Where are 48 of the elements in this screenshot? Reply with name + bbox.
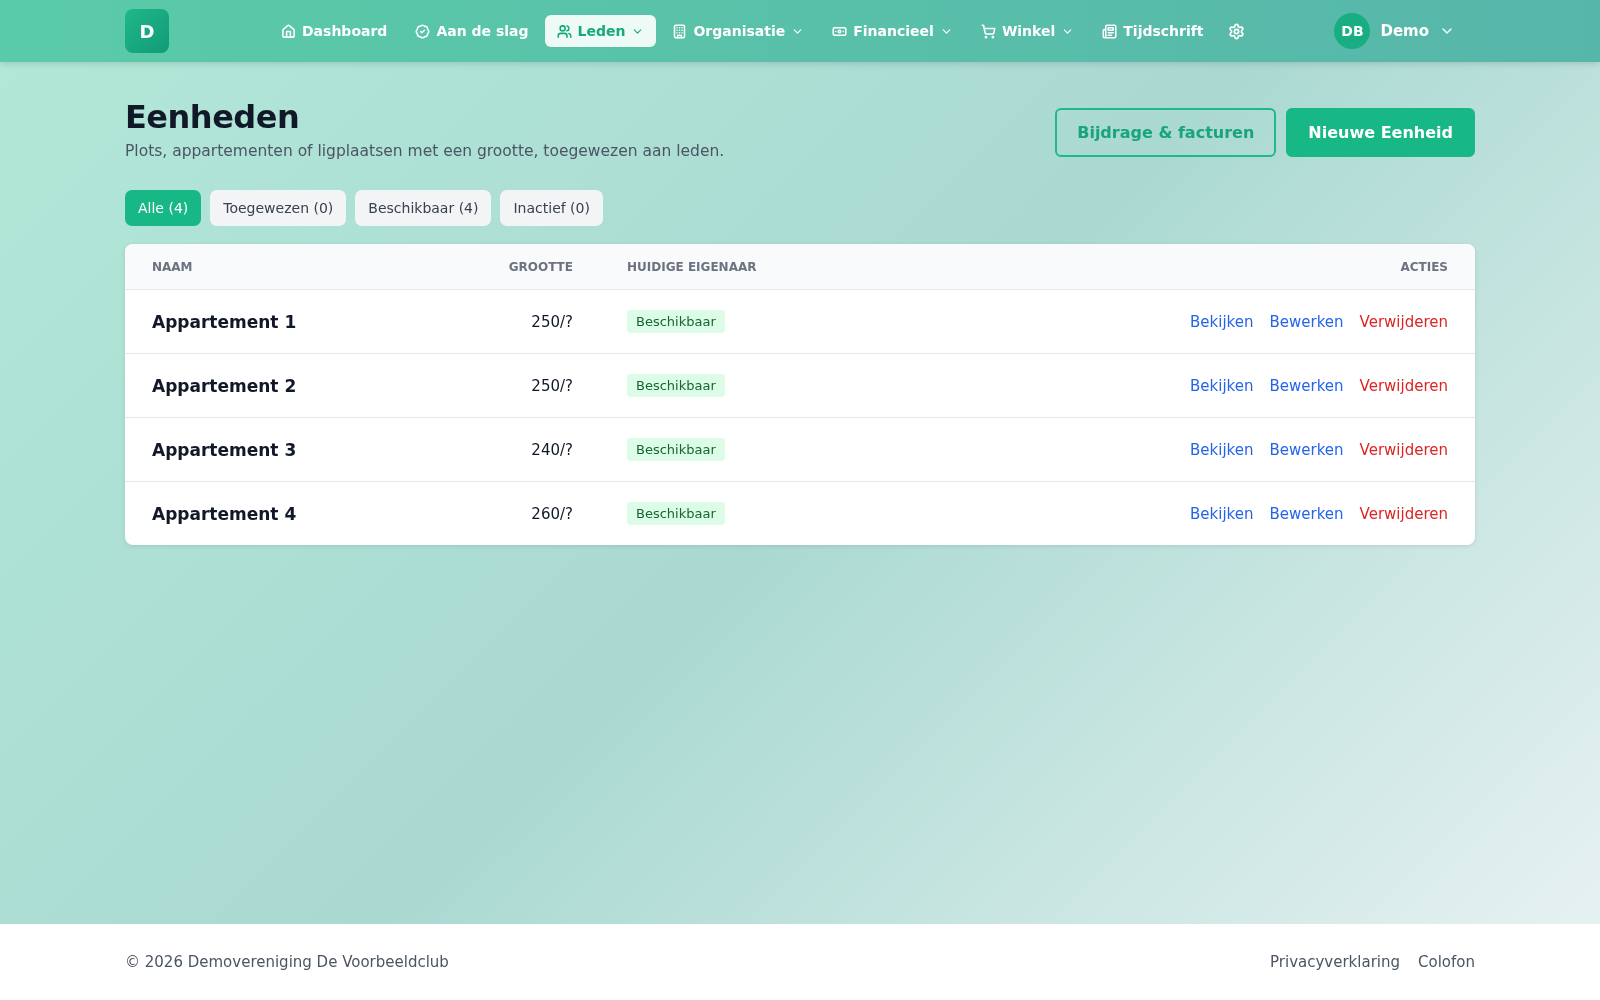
settings-icon[interactable] [1227, 22, 1245, 40]
delete-link[interactable]: Verwijderen [1359, 504, 1448, 523]
new-button[interactable]: Nieuwe Eenheid [1286, 108, 1475, 157]
status-badge: Beschikbaar [627, 310, 725, 333]
house-icon [281, 23, 296, 39]
column-header: HUIDIGE EIGENAAR [627, 259, 758, 274]
size-cell-text: 250/? [530, 312, 573, 331]
action-link[interactable]: Bekijken [1190, 376, 1254, 395]
status-badge: Beschikbaar [627, 374, 725, 397]
status-badge: Beschikbaar [627, 438, 725, 461]
logo[interactable]: D [125, 9, 169, 53]
filter-tab[interactable]: Alle (4) [125, 190, 202, 226]
delete-link[interactable]: Verwijderen [1359, 312, 1448, 331]
nav-item[interactable]: Leden [544, 15, 657, 47]
action-link[interactable]: Bewerken [1269, 440, 1344, 459]
action-link[interactable]: Bewerken [1269, 376, 1344, 395]
filter-tab[interactable]: Beschikbaar (4) [355, 190, 492, 226]
unit-name: Appartement 3 [152, 439, 298, 460]
footer-link[interactable]: Privacyverklaring [1270, 953, 1401, 971]
delete-link[interactable]: Verwijderen [1359, 376, 1448, 395]
size-cell-text: 260/? [530, 504, 573, 523]
action-link[interactable]: Bewerken [1269, 312, 1344, 331]
building-icon [672, 23, 688, 39]
unit-name: Appartement 1 [152, 311, 298, 332]
action-link[interactable]: Bekijken [1190, 440, 1254, 459]
unit-name: Appartement 4 [152, 503, 298, 524]
newspaper-icon [1102, 23, 1118, 39]
unit-name: Appartement 2 [152, 375, 298, 396]
delete-link[interactable]: Verwijderen [1359, 440, 1448, 459]
check-badge-icon [415, 23, 431, 39]
size-cell-text: 250/? [530, 376, 573, 395]
copyright-text: © 2026 Demovereniging De Voorbeeldclub [125, 953, 449, 971]
cart-icon [980, 23, 996, 39]
action-link[interactable]: Bewerken [1269, 504, 1344, 523]
status-badge: Beschikbaar [627, 502, 725, 525]
footer-link[interactable]: Colofon [1418, 953, 1475, 971]
action-link[interactable]: Bekijken [1190, 312, 1254, 331]
avatar[interactable]: DB [1334, 13, 1371, 49]
filter-tab[interactable]: Toegewezen (0) [210, 190, 347, 226]
filter-tab[interactable]: Inactief (0) [500, 190, 603, 226]
column-header: NAAM [152, 259, 194, 274]
column-header: GROOTTE [507, 259, 573, 274]
size-cell-text: 240/? [530, 440, 573, 459]
action-link[interactable]: Bekijken [1190, 504, 1254, 523]
people-icon [556, 23, 572, 39]
page-subtitle: Plots, appartementen of ligplaatsen met een grootte, toegewezen aan leden. [125, 142, 725, 160]
column-header: ACTIES [1399, 259, 1448, 274]
page-title: Eenheden [125, 98, 301, 136]
